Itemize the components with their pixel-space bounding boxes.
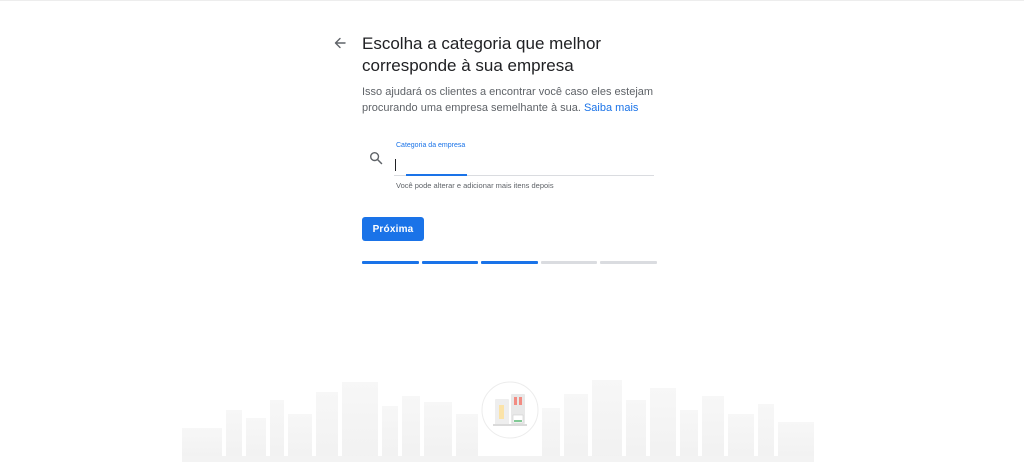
page: Escolha a categoria que melhor correspon…: [0, 0, 1024, 462]
storefront-illustration: [481, 381, 539, 439]
search-icon: [369, 151, 383, 165]
back-button[interactable]: [331, 34, 349, 52]
category-field-focus-indicator: [406, 174, 467, 176]
next-button[interactable]: Próxima: [362, 217, 424, 241]
progress-step-1: [362, 261, 419, 264]
top-divider: [0, 0, 1024, 1]
progress-step-5: [600, 261, 657, 264]
progress-step-4: [540, 261, 598, 264]
arrow-left-icon: [334, 37, 346, 49]
progress-step-3: [481, 261, 538, 264]
progress-step-2: [421, 261, 479, 264]
step-progress: [362, 261, 657, 264]
category-field-label: Categoria da empresa: [396, 142, 466, 149]
text-caret: [395, 159, 396, 171]
page-title: Escolha a categoria que melhor correspon…: [362, 34, 602, 75]
category-field-helper: Você pode alterar e adicionar mais itens…: [396, 181, 554, 190]
category-input[interactable]: [394, 156, 652, 174]
page-subtitle: Isso ajudará os clientes a encontrar voc…: [362, 84, 662, 116]
learn-more-link[interactable]: Saiba mais: [584, 102, 638, 114]
